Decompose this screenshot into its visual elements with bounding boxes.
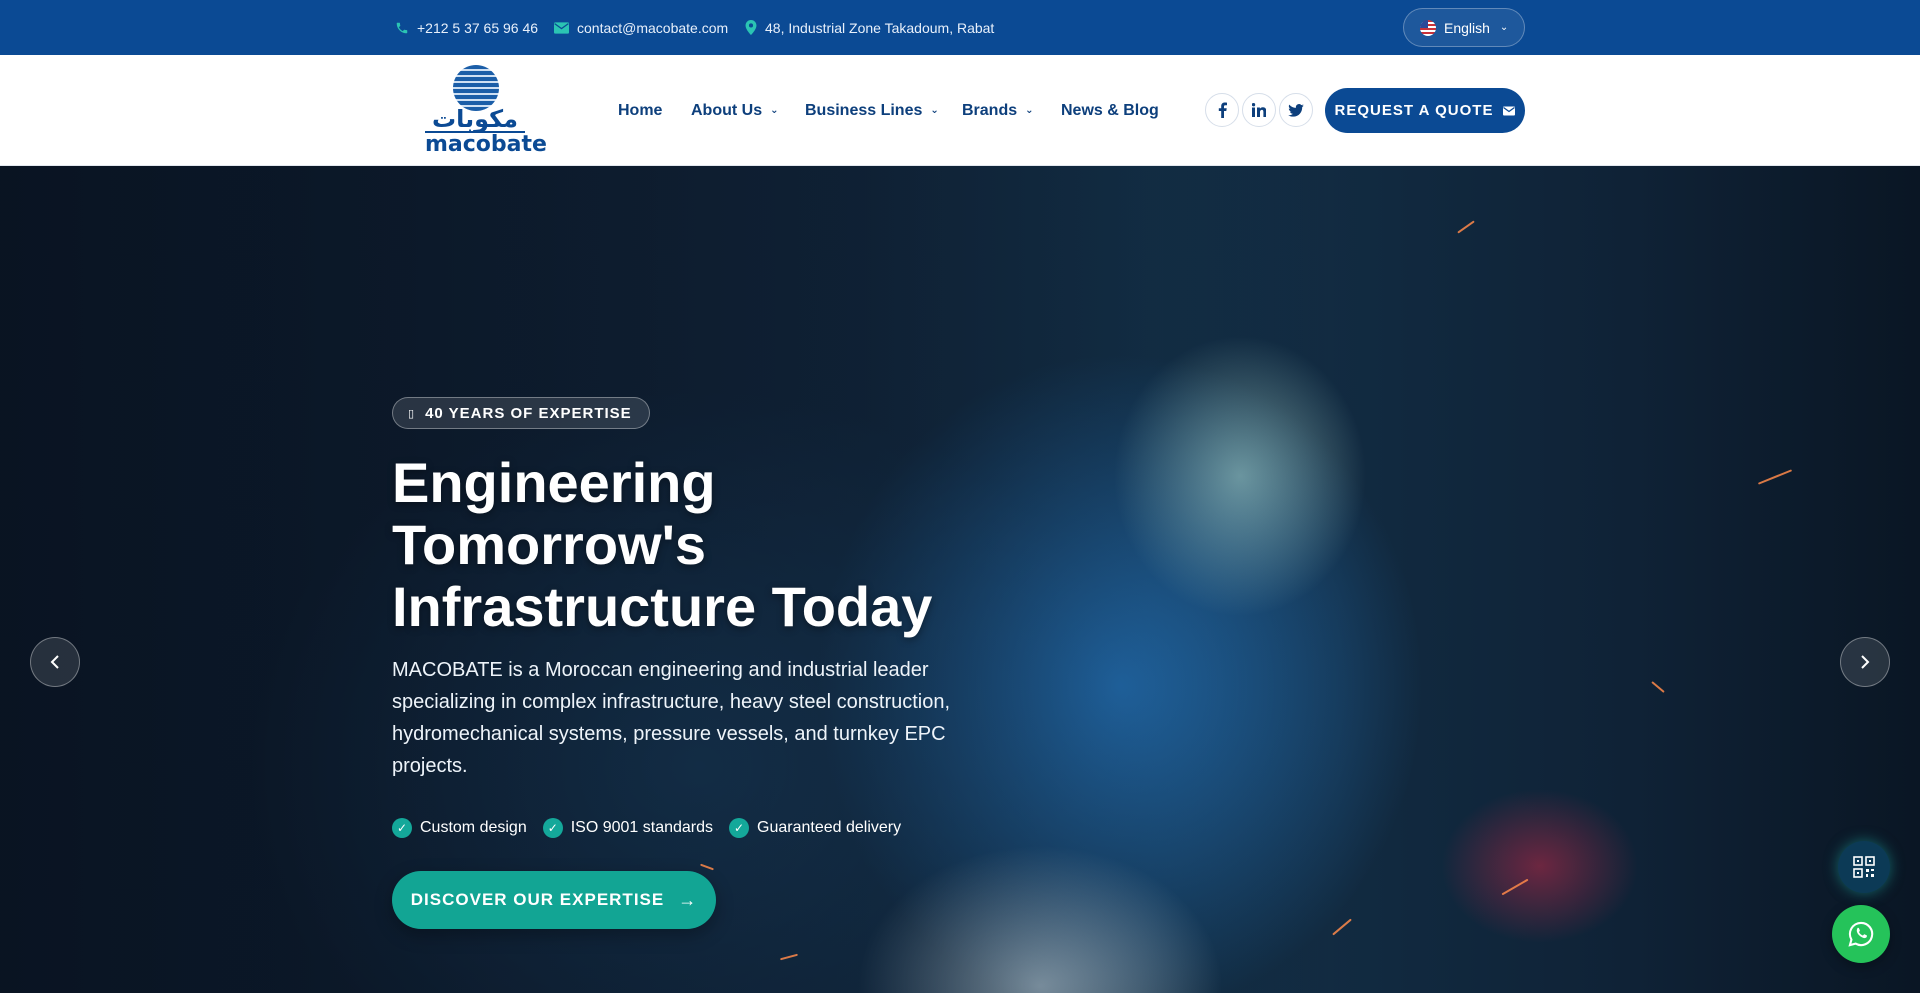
phone-text: +212 5 37 65 96 46 xyxy=(417,19,539,36)
hero-features: ✓ Custom design ✓ ISO 9001 standards ✓ G… xyxy=(392,815,917,841)
qr-code-icon xyxy=(1853,856,1875,878)
check-icon: ✓ xyxy=(729,818,750,838)
whatsapp-icon xyxy=(1848,921,1874,947)
linkedin-link[interactable] xyxy=(1242,93,1276,127)
address-contact: 48, Industrial Zone Takadoum, Rabat xyxy=(745,0,994,55)
hero-title-line: Engineering xyxy=(392,451,716,514)
nav-brands-label: Brands xyxy=(962,101,1018,119)
check-icon: ✓ xyxy=(542,818,563,838)
us-flag-icon xyxy=(1420,19,1436,36)
mail-icon xyxy=(1503,106,1516,115)
nav-brands[interactable]: Brands ⌄ xyxy=(962,55,1034,166)
cta-label: DISCOVER OUR EXPERTISE xyxy=(410,890,665,909)
nav-home-label: Home xyxy=(618,101,663,119)
whatsapp-button[interactable] xyxy=(1832,905,1890,963)
chevron-left-icon xyxy=(50,655,59,669)
mail-icon xyxy=(554,21,569,34)
chevron-right-icon xyxy=(1861,655,1870,669)
badge-text: 40 YEARS OF EXPERTISE xyxy=(425,404,632,422)
hero-title-line: Tomorrow's xyxy=(392,513,707,576)
main-header: مكوبات macobate Home About Us ⌄ Business… xyxy=(0,55,1920,166)
feature-item: ✓ Custom design xyxy=(392,818,527,838)
nav-news-label: News & Blog xyxy=(1061,101,1159,119)
linkedin-icon xyxy=(1252,103,1266,117)
feature-label: ISO 9001 standards xyxy=(570,819,714,836)
twitter-icon xyxy=(1288,103,1304,117)
nav-business-lines[interactable]: Business Lines ⌄ xyxy=(805,55,939,166)
slider-next-button[interactable] xyxy=(1840,637,1890,687)
discover-expertise-button[interactable]: DISCOVER OUR EXPERTISE → xyxy=(392,871,716,929)
nav-news-blog[interactable]: News & Blog xyxy=(1061,55,1159,166)
expertise-badge: ▯ 40 YEARS OF EXPERTISE xyxy=(392,397,650,429)
slider-prev-button[interactable] xyxy=(30,637,80,687)
facebook-link[interactable] xyxy=(1205,93,1239,127)
nav-about-us[interactable]: About Us ⌄ xyxy=(691,55,779,166)
language-label: English xyxy=(1444,19,1490,36)
address-text: 48, Industrial Zone Takadoum, Rabat xyxy=(765,19,995,36)
email-contact[interactable]: contact@macobate.com xyxy=(554,0,728,55)
language-selector[interactable]: English ⌄ xyxy=(1403,8,1525,47)
check-icon: ✓ xyxy=(392,818,412,838)
qr-code-button[interactable] xyxy=(1838,841,1890,893)
award-icon: ▯ xyxy=(408,407,416,420)
top-contact-bar: +212 5 37 65 96 46 contact@macobate.com … xyxy=(0,0,1920,55)
chevron-down-icon: ⌄ xyxy=(1499,22,1509,33)
arrow-right-icon: → xyxy=(678,889,698,910)
email-text: contact@macobate.com xyxy=(577,19,729,36)
quote-button-label: REQUEST A QUOTE xyxy=(1334,102,1494,119)
hero-description: MACOBATE is a Moroccan engineering and i… xyxy=(392,659,951,777)
feature-label: Guaranteed delivery xyxy=(757,819,902,836)
logo-arabic-text: مكوبات xyxy=(431,105,518,133)
facebook-icon xyxy=(1218,102,1227,118)
hero-section: ▯ 40 YEARS OF EXPERTISE Engineering Tomo… xyxy=(0,166,1920,993)
chevron-down-icon: ⌄ xyxy=(770,105,779,116)
feature-item: ✓ Guaranteed delivery xyxy=(729,818,901,838)
request-quote-button[interactable]: REQUEST A QUOTE xyxy=(1325,88,1525,133)
phone-icon xyxy=(396,22,408,33)
hero-title: Engineering Tomorrow's Infrastructure To… xyxy=(392,452,1012,638)
hero-title-line: Infrastructure Today xyxy=(392,575,933,638)
nav-home[interactable]: Home xyxy=(618,55,662,166)
nav-business-label: Business Lines xyxy=(805,101,923,119)
map-pin-icon xyxy=(745,20,757,35)
twitter-link[interactable] xyxy=(1279,93,1313,127)
macobate-logo[interactable]: مكوبات macobate xyxy=(425,65,547,157)
feature-label: Custom design xyxy=(420,819,527,836)
feature-item: ✓ ISO 9001 standards xyxy=(542,818,714,838)
chevron-down-icon: ⌄ xyxy=(1025,105,1034,116)
phone-contact[interactable]: +212 5 37 65 96 46 xyxy=(395,0,538,55)
nav-about-label: About Us xyxy=(691,101,763,119)
chevron-down-icon: ⌄ xyxy=(930,105,939,116)
logo-latin-text: macobate xyxy=(425,131,547,157)
